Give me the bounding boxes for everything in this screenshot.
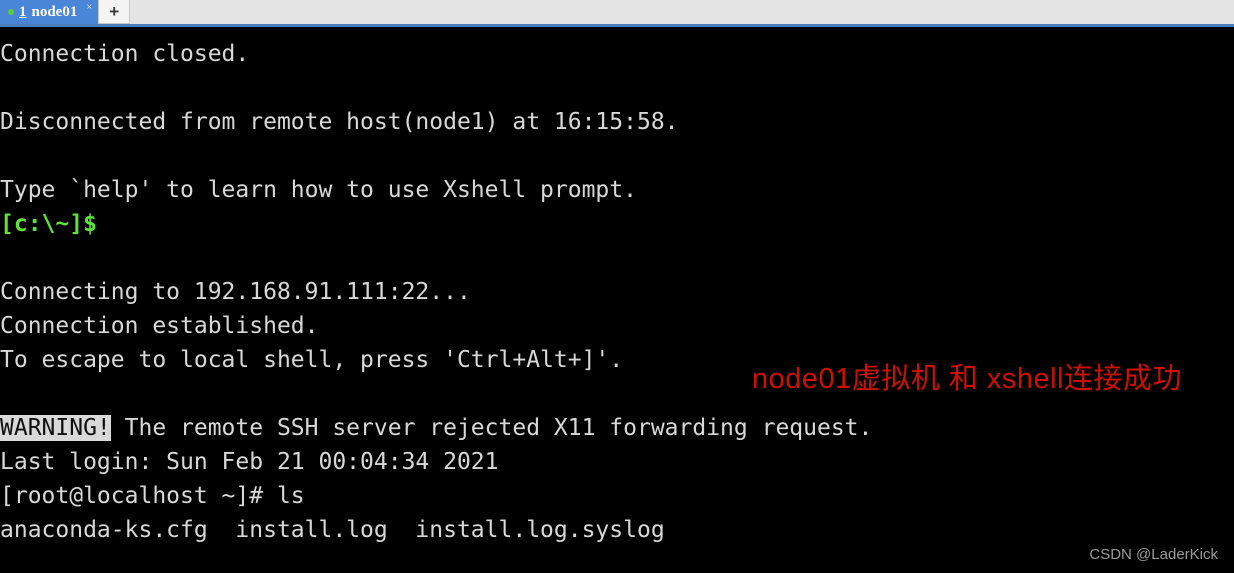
tab-node01[interactable]: 1 node01 × [0,0,99,24]
terminal-line: Last login: Sun Feb 21 00:04:34 2021 [0,449,499,475]
connected-dot-icon [8,9,14,15]
tab-index-label: 1 [19,3,27,20]
terminal-line: Connection closed. [0,41,250,67]
tab-title-label: node01 [31,3,78,20]
terminal-command-line: [root@localhost ~]# ls [0,483,305,509]
terminal-output[interactable]: Connection closed. Disconnected from rem… [0,27,1234,573]
new-tab-button[interactable]: + [98,0,131,24]
terminal-warning-line: WARNING! The remote SSH server rejected … [0,411,1234,445]
annotation-text: node01虚拟机 和 xshell连接成功 [752,363,1183,395]
warning-message: The remote SSH server rejected X11 forwa… [110,415,873,441]
terminal-line: Connection established. [0,313,319,339]
tab-bar-empty-area [130,0,1234,24]
watermark: CSDN @LaderKick [1089,546,1218,563]
terminal-line: Type `help' to learn how to use Xshell p… [0,177,637,203]
terminal-line: Connecting to 192.168.91.111:22... [0,279,471,305]
terminal-line: anaconda-ks.cfg install.log install.log.… [0,517,665,543]
terminal-prompt-line: [c:\~]$ [0,211,97,237]
xshell-window: 1 node01 × + Connection closed. Disconne… [0,0,1234,573]
close-icon[interactable]: × [86,3,92,13]
tab-bar: 1 node01 × + [0,0,1234,27]
warning-badge: WARNING! [0,415,111,441]
terminal-line: Disconnected from remote host(node1) at … [0,109,679,135]
